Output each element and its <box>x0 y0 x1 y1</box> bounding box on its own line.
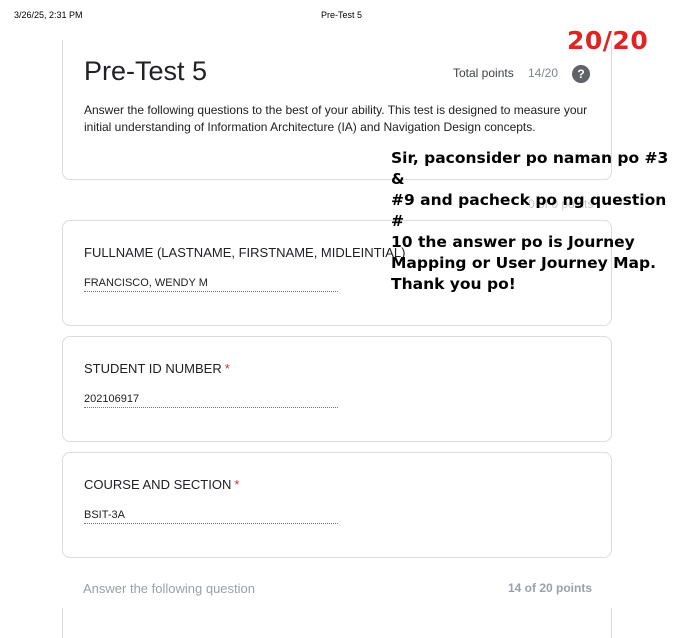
required-asterisk: * <box>224 361 230 376</box>
section-points: 14 of 20 points <box>508 581 593 595</box>
comment-annotation: Sir, paconsider po naman po #3 & #9 and … <box>391 149 669 293</box>
form-description: Answer the following questions to the be… <box>84 103 588 134</box>
question-card-course-section: COURSE AND SECTION * BSIT-3A <box>62 452 612 558</box>
question-title: STUDENT ID NUMBER * <box>84 361 230 376</box>
question-title: FULLNAME (LASTNAME, FIRSTNAME, MIDLEINTI… <box>84 245 406 260</box>
answer-student-id: 202106917 <box>84 393 338 408</box>
answer-course-section: BSIT-3A <box>84 509 338 524</box>
question-card-student-id: STUDENT ID NUMBER * 202106917 <box>62 336 612 442</box>
score-annotation: 20/20 <box>567 26 649 55</box>
help-circle-icon[interactable]: ? <box>572 65 590 83</box>
answer-fullname: FRANCISCO, WENDY M <box>84 277 338 292</box>
form-title: Pre-Test 5 <box>84 56 208 86</box>
question-title-text: COURSE AND SECTION <box>84 477 232 492</box>
total-points-value: 14/20 <box>528 66 559 80</box>
total-points-label: Total points <box>453 66 514 80</box>
required-asterisk: * <box>234 477 240 492</box>
question-title: COURSE AND SECTION * <box>84 477 239 492</box>
section-card-edge <box>62 608 612 638</box>
question-title-text: STUDENT ID NUMBER <box>84 361 222 376</box>
print-page-title: Pre-Test 5 <box>320 10 362 20</box>
section-title: Answer the following question <box>83 581 255 596</box>
